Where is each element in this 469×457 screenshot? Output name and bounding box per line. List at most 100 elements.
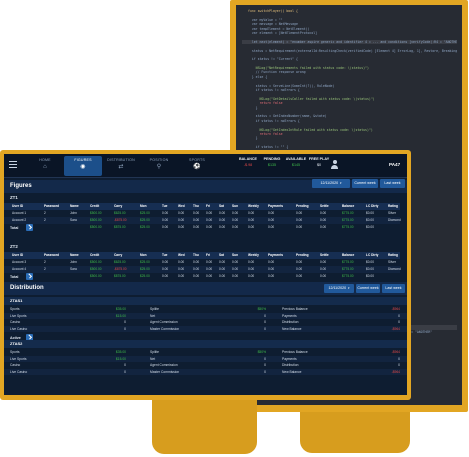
total-cell: 0.00 (320, 225, 327, 229)
distribution-icon: ⇄ (118, 164, 124, 170)
table-cell: 2 (44, 211, 46, 215)
column-header: Credit (90, 253, 100, 257)
code-text: NSLog("GetIndexIntRule failed with statu… (248, 127, 373, 132)
table-cell: 0.00 (193, 260, 200, 264)
code-text: status = NetRequirement(externalId:Resul… (248, 48, 457, 53)
menu-icon[interactable] (9, 161, 17, 168)
tab-figures[interactable]: FIGURES ◉ (64, 156, 102, 176)
table-cell: 0.00 (178, 260, 185, 264)
table-cell: $775.00 (342, 267, 354, 271)
column-header: Settle (320, 204, 329, 208)
table-cell: $500.00 (90, 267, 102, 271)
table-cell: -$875.00 (114, 267, 127, 271)
table-cell: Account 3 (12, 260, 27, 264)
code-text: var tempElement = NetElement() (248, 26, 310, 31)
total-cell: 0.00 (162, 274, 169, 278)
column-header: Rating (388, 204, 398, 208)
table-cell: 0.00 (320, 211, 327, 215)
table-cell: $0.00 (366, 218, 374, 222)
tab-label: DISTRIBUTION (107, 158, 135, 162)
user-icon[interactable] (330, 160, 339, 170)
table-cell: $625.00 (114, 211, 126, 215)
column-header: Wed (178, 253, 185, 257)
distribution-cell: Live Casino (10, 369, 28, 374)
tab-label: FIGURES (74, 158, 92, 162)
table-cell: 0.00 (206, 260, 213, 264)
table-cell: Sara (70, 267, 77, 271)
table-cell: $25.00 (140, 211, 150, 215)
distribution-cell: Master Commission (150, 326, 180, 331)
table-cell: $775.00 (342, 260, 354, 264)
column-header: Pending (296, 253, 309, 257)
user-name[interactable]: PA47 (389, 162, 400, 167)
figures-last-week-button[interactable]: Last week (380, 179, 405, 188)
stat-value: -$.98 (243, 163, 253, 167)
distribution-row: Live Casino 0 Master Commission 0 New Balanc… (4, 325, 407, 332)
stat-value: $135 (267, 163, 277, 167)
column-header: Sun (232, 204, 239, 208)
total-cell: 0.00 (296, 274, 303, 278)
distribution-last-week-button[interactable]: Last week (382, 284, 405, 293)
total-cell: 0.00 (296, 225, 303, 229)
tab-home[interactable]: HOME ⌂ (26, 156, 64, 176)
code-text: return false (248, 101, 283, 106)
distribution-cell: -$964 (391, 369, 400, 374)
code-text: if status != noErrors { (248, 88, 300, 93)
figures-current-week-button[interactable]: Current week (352, 179, 378, 188)
table-cell: 0.00 (162, 218, 169, 222)
column-header: Carry (114, 204, 123, 208)
total-cell: 0.00 (219, 274, 226, 278)
tab-sports[interactable]: SPORTS ⚽ (178, 156, 216, 176)
column-header: Wed (178, 204, 185, 208)
distribution-cell: 0 (264, 326, 266, 331)
table-cell: $500.00 (90, 218, 102, 222)
table-cell: 0.00 (206, 218, 213, 222)
distribution-current-week-button[interactable]: Current week (356, 284, 380, 293)
code-text: func switchPlayer() bool { (248, 9, 298, 13)
home-icon: ⌂ (43, 164, 47, 170)
code-text: var myValue = "" (248, 17, 283, 22)
total-cell: 0.00 (193, 274, 200, 278)
column-header: Fri (206, 253, 211, 257)
table-cell: 0.00 (193, 211, 200, 215)
table-row[interactable]: Account 4 2 Sara $500.00 -$875.00 $25.00 0.00 0… (4, 266, 401, 273)
table-cell: 0.00 (219, 218, 226, 222)
tab-position[interactable]: POSITION ⚲ (140, 156, 178, 176)
tab-distribution[interactable]: DISTRIBUTION ⇄ (102, 156, 140, 176)
distribution-group-label: ZTAS2 (10, 341, 23, 346)
distribution-cell: -$964 (391, 326, 400, 331)
table-row[interactable]: Account 1 2 John $500.00 $625.00 $25.00 0.00 0.… (4, 210, 400, 217)
stat-label: BALANCE (238, 157, 258, 161)
expand-toggle-icon[interactable] (26, 273, 33, 280)
table-cell: 0.00 (296, 260, 303, 264)
code-text: var element = [NetElementProtocol] (248, 30, 318, 35)
code-text: } (248, 105, 258, 110)
code-text: if status != noErrors { (248, 118, 300, 123)
distribution-title: Distribution (10, 285, 44, 291)
column-header: Payments (268, 253, 284, 257)
table-cell: 0.00 (320, 260, 327, 264)
table-cell: 0.00 (268, 211, 275, 215)
column-header: Thu (193, 253, 199, 257)
column-header: Weekly (248, 204, 259, 208)
table-cell: Account 1 (12, 211, 27, 215)
total-label: Total (10, 225, 19, 230)
column-header: Payments (268, 204, 284, 208)
distribution-cell: 0 (124, 369, 126, 374)
code-monitor-stand (300, 412, 410, 453)
total-cell: 0.00 (162, 225, 169, 229)
code-text: } else { (248, 74, 268, 79)
expand-toggle-icon[interactable] (26, 224, 33, 231)
figures-icon: ◉ (80, 164, 86, 170)
distribution-week-select[interactable]: 12/11/2020 ▾ (324, 284, 354, 293)
table-cell: 0.00 (248, 211, 255, 215)
table-row[interactable]: Account 3 2 John $500.00 $625.00 $25.00 0.00 0.… (4, 259, 400, 266)
table-cell: $500.00 (90, 211, 102, 215)
column-header: Sun (232, 253, 239, 257)
table-cell: $775.00 (342, 211, 354, 215)
code-text: let next(element) = "enumber aspire gene… (248, 39, 457, 44)
total-cell: $0.00 (366, 225, 374, 229)
table-row[interactable]: Account 2 2 Sara $500.00 -$875.00 $25.00 0.00 0… (4, 217, 401, 224)
table-cell: $0.00 (366, 267, 374, 271)
figures-week-select[interactable]: 12/11/2020 ▾ (312, 179, 350, 188)
